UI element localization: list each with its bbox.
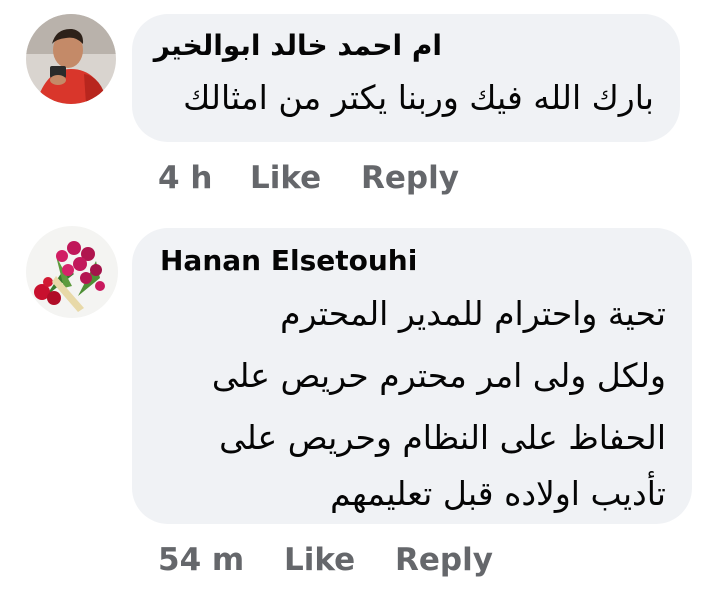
reply-button[interactable]: Reply bbox=[361, 160, 459, 196]
comment-text: بارك الله فيك وربنا يكتر من امثالك bbox=[183, 78, 654, 117]
comment-author[interactable]: ام احمد خالد ابوالخير bbox=[154, 29, 442, 62]
comment-text-line: تأديب اولاده قبل تعليمهم bbox=[330, 474, 666, 513]
reply-button[interactable]: Reply bbox=[395, 542, 493, 578]
comment-text-line: ولكل ولى امر محترم حريص على bbox=[211, 356, 666, 395]
comment-timestamp[interactable]: 54 m bbox=[158, 542, 244, 578]
comment-actions: 4 h Like Reply bbox=[158, 160, 478, 200]
like-button[interactable]: Like bbox=[250, 160, 321, 196]
comment-text-line: الحفاظ على النظام وحريص على bbox=[219, 418, 666, 457]
like-button[interactable]: Like bbox=[284, 542, 355, 578]
commenter-avatar[interactable] bbox=[26, 14, 116, 104]
comment-author[interactable]: Hanan Elsetouhi bbox=[160, 244, 417, 277]
profile-photo-icon bbox=[26, 14, 116, 104]
comment-text-line: تحية واحترام للمدير المحترم bbox=[280, 294, 666, 333]
comments-thread: ام احمد خالد ابوالخير بارك الله فيك وربن… bbox=[0, 0, 716, 593]
comment-actions: 54 m Like Reply bbox=[158, 542, 498, 582]
comment-timestamp[interactable]: 4 h bbox=[158, 160, 212, 196]
commenter-avatar[interactable] bbox=[26, 226, 118, 318]
profile-photo-icon bbox=[26, 226, 118, 318]
